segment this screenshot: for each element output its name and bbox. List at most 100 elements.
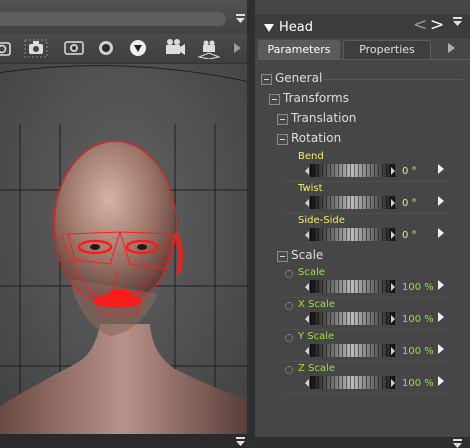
tab-parameters[interactable]: Parameters (258, 40, 340, 59)
param-bend: Bend 0 ° (255, 150, 470, 180)
group-transforms[interactable]: Transforms (255, 89, 470, 109)
param-scale: Scale 100 % (255, 266, 470, 296)
x-scale-decrement-icon[interactable] (305, 315, 309, 323)
panel-bottom-bar (255, 437, 470, 448)
side-side-increment-icon[interactable] (391, 231, 395, 239)
z-scale-increment-icon[interactable] (391, 379, 395, 387)
scale-increment-icon[interactable] (391, 283, 395, 291)
collapse-triangle-icon[interactable] (264, 24, 274, 32)
group-translation[interactable]: Translation (255, 109, 470, 129)
group-rotation-label: Rotation (291, 131, 342, 145)
scale-dial[interactable] (310, 280, 395, 293)
param-x-scale: X Scale 100 % (255, 298, 470, 328)
camera-toolbar (0, 35, 247, 64)
x-scale-value[interactable]: 100 % (402, 314, 434, 325)
z-scale-label: Z Scale (298, 363, 335, 374)
twist-dial[interactable] (310, 196, 395, 209)
group-translation-label: Translation (291, 111, 357, 125)
group-scale[interactable]: Scale (255, 246, 470, 266)
panel-title: Head (279, 20, 313, 35)
x-scale-menu-icon[interactable] (438, 312, 444, 322)
viewport-scene[interactable] (0, 64, 247, 448)
x-scale-label: X Scale (298, 299, 335, 310)
x-scale-increment-icon[interactable] (391, 315, 395, 323)
tabs-scroll-icon[interactable] (448, 43, 455, 53)
y-scale-value[interactable]: 100 % (402, 346, 434, 357)
z-scale-dial[interactable] (310, 376, 395, 389)
viewport-topbar (0, 0, 247, 34)
twist-label: Twist (298, 183, 323, 194)
viewport-menu-icon[interactable] (236, 14, 245, 23)
y-scale-increment-icon[interactable] (391, 347, 395, 355)
scale-link-icon[interactable] (285, 270, 293, 278)
side-side-dial[interactable] (310, 228, 395, 241)
panel-menu-icon[interactable] (453, 17, 462, 26)
panel-divider[interactable] (247, 0, 255, 448)
z-scale-decrement-icon[interactable] (305, 379, 309, 387)
translation-toggle-icon[interactable] (277, 114, 288, 125)
z-scale-menu-icon[interactable] (438, 376, 444, 386)
scale-value[interactable]: 100 % (402, 282, 434, 293)
bend-decrement-icon[interactable] (305, 167, 309, 175)
twist-increment-icon[interactable] (391, 199, 395, 207)
transforms-toggle-icon[interactable] (269, 94, 280, 105)
parameters-panel: Head < > Parameters Properties General T… (255, 0, 470, 448)
x-scale-dial[interactable] (310, 312, 395, 325)
z-scale-link-icon[interactable] (285, 366, 293, 374)
general-toggle-icon[interactable] (261, 74, 272, 85)
viewport-scrollbar[interactable] (0, 434, 247, 448)
bend-value[interactable]: 0 ° (402, 166, 417, 177)
panel-tabs: Parameters Properties (255, 38, 470, 59)
group-divider (323, 79, 463, 80)
camera-icon[interactable] (0, 37, 14, 59)
panel-bottom-menu-icon[interactable] (453, 439, 462, 448)
y-scale-label: Y Scale (298, 331, 335, 342)
next-node-button[interactable]: > (430, 15, 444, 35)
param-side-side: Side-Side 0 ° (255, 214, 470, 244)
viewport-title-field[interactable] (0, 12, 226, 26)
scale-menu-icon[interactable] (438, 280, 444, 290)
side-side-label: Side-Side (298, 215, 345, 226)
side-side-decrement-icon[interactable] (305, 231, 309, 239)
y-scale-menu-icon[interactable] (438, 344, 444, 354)
param-y-scale: Y Scale 100 % (255, 330, 470, 360)
render-icon[interactable] (126, 37, 150, 59)
group-transforms-label: Transforms (283, 91, 349, 105)
group-general[interactable]: General (255, 69, 470, 89)
lens-icon[interactable] (62, 37, 86, 59)
tab-properties[interactable]: Properties (343, 40, 431, 59)
twist-value[interactable]: 0 ° (402, 198, 417, 209)
twist-decrement-icon[interactable] (305, 199, 309, 207)
side-side-menu-icon[interactable] (438, 228, 444, 238)
z-scale-value[interactable]: 100 % (402, 378, 434, 389)
param-twist: Twist 0 ° (255, 182, 470, 212)
twist-menu-icon[interactable] (438, 196, 444, 206)
y-scale-decrement-icon[interactable] (305, 347, 309, 355)
video-camera-icon[interactable] (162, 37, 186, 59)
viewport-scroll-arrow-icon[interactable] (236, 437, 245, 446)
group-scale-label: Scale (291, 248, 324, 262)
bend-label: Bend (298, 151, 324, 162)
y-scale-link-icon[interactable] (285, 334, 293, 342)
scale-decrement-icon[interactable] (305, 283, 309, 291)
camera-alt-icon[interactable] (24, 37, 48, 59)
3d-viewport[interactable] (0, 0, 247, 448)
scene-camera-icon[interactable] (197, 37, 221, 59)
bend-increment-icon[interactable] (391, 167, 395, 175)
group-general-label: General (275, 71, 323, 85)
scale-label: Scale (298, 267, 325, 278)
y-scale-dial[interactable] (310, 344, 395, 357)
group-rotation[interactable]: Rotation (255, 129, 470, 149)
param-z-scale: Z Scale 100 % (255, 362, 470, 392)
previous-node-button[interactable]: < (413, 15, 427, 35)
bend-dial[interactable] (310, 164, 395, 177)
side-side-value[interactable]: 0 ° (402, 230, 417, 241)
row-separator (283, 393, 450, 394)
tab-underline (255, 59, 470, 60)
scale-toggle-icon[interactable] (277, 251, 288, 262)
bend-menu-icon[interactable] (438, 164, 444, 174)
rotation-toggle-icon[interactable] (277, 134, 288, 145)
x-scale-link-icon[interactable] (285, 302, 293, 310)
toolbar-more-icon[interactable] (231, 37, 243, 59)
sphere-icon[interactable] (94, 37, 118, 59)
